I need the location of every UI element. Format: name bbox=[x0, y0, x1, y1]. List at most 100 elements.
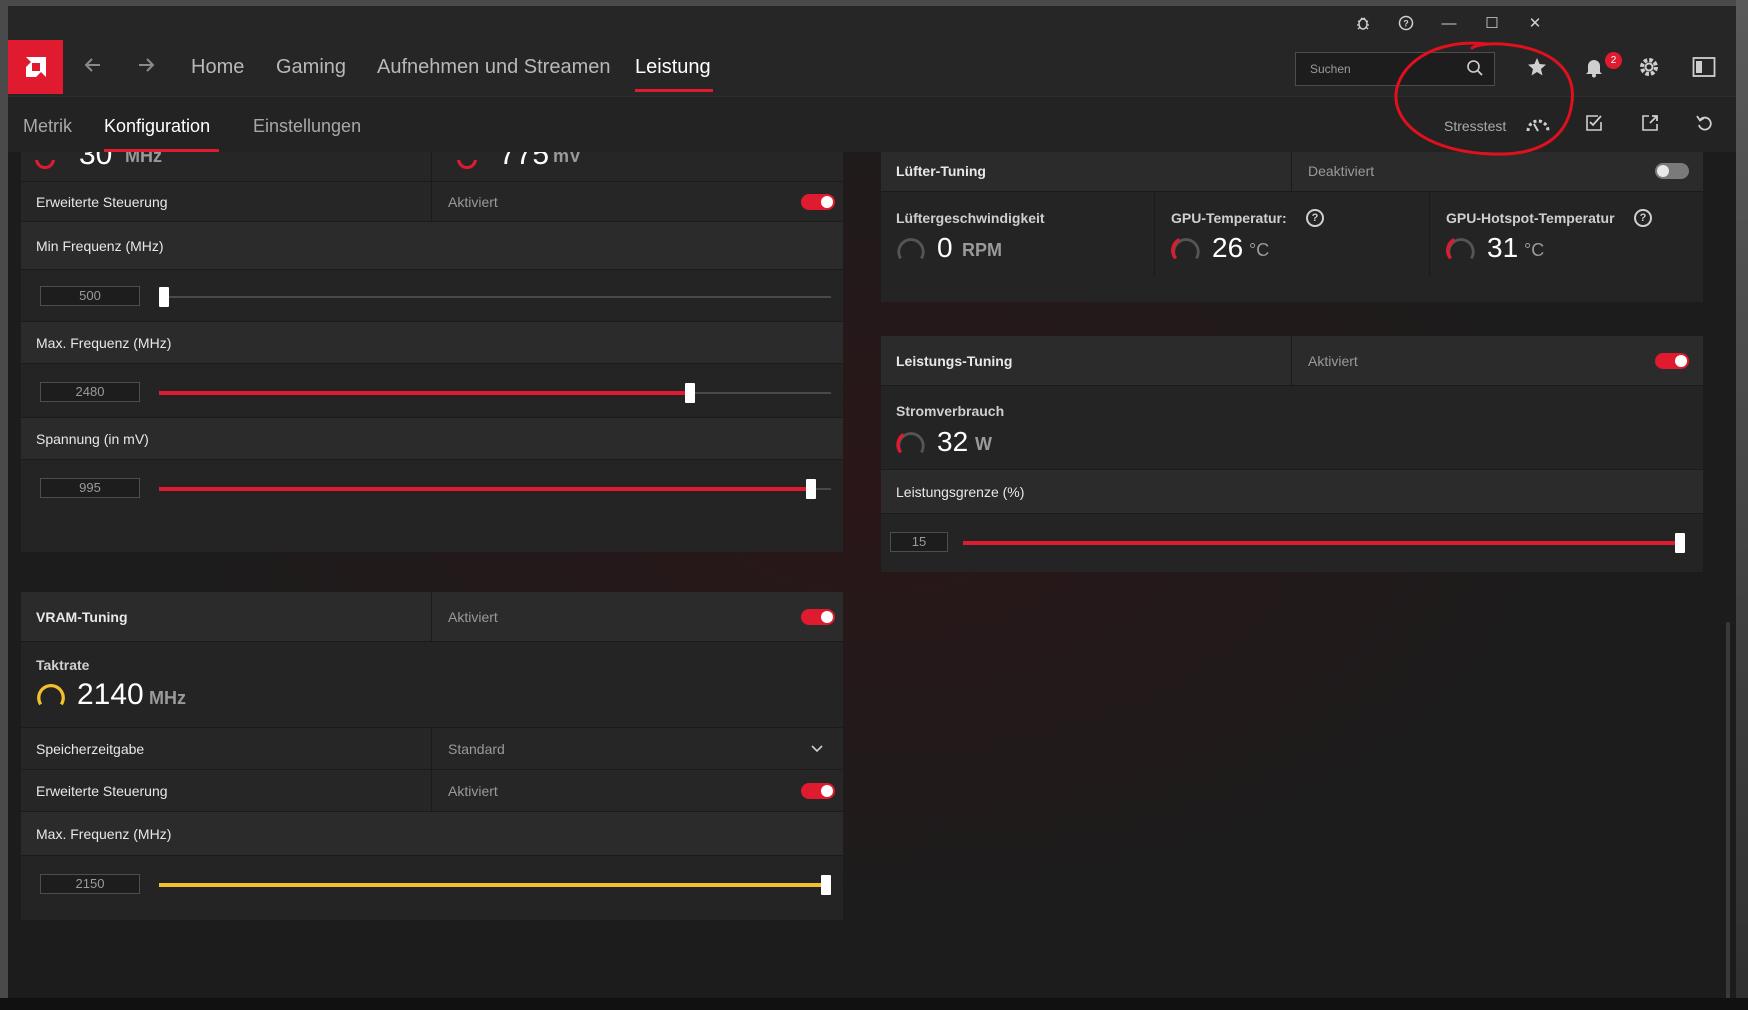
max-frequency-input[interactable]: 2480 bbox=[40, 382, 140, 402]
reset-icon[interactable] bbox=[1695, 113, 1715, 138]
fan-title: Lüfter-Tuning bbox=[896, 163, 986, 179]
gear-icon[interactable] bbox=[1632, 50, 1666, 84]
desktop-strip bbox=[0, 998, 1748, 1010]
clipped-clock-value: 30 bbox=[79, 152, 113, 171]
vram-advanced-control-label: Erweiterte Steuerung bbox=[36, 783, 168, 799]
notification-badge: 2 bbox=[1605, 52, 1622, 69]
fan-speed-label: Lüftergeschwindigkeit bbox=[896, 210, 1045, 226]
nav-gaming[interactable]: Gaming bbox=[276, 56, 346, 79]
stresstest-label: Stresstest bbox=[1444, 118, 1507, 134]
search-icon[interactable] bbox=[1466, 59, 1484, 77]
gauge-icon[interactable] bbox=[1525, 115, 1551, 140]
vram-toggle[interactable] bbox=[801, 609, 835, 625]
vram-max-frequency-header: Max. Frequenz (MHz) bbox=[21, 812, 843, 856]
power-tuning-panel: Leistungs-Tuning Aktiviert Stromverbrauc… bbox=[881, 336, 1703, 572]
star-icon[interactable] bbox=[1520, 50, 1554, 84]
min-frequency-input[interactable]: 500 bbox=[40, 286, 140, 306]
gpu-advanced-control-label: Erweiterte Steuerung bbox=[36, 194, 168, 210]
power-consumption-unit: W bbox=[975, 434, 992, 454]
power-consumption-row: Stromverbrauch 32 W bbox=[881, 386, 1703, 470]
nav-active-indicator bbox=[635, 89, 713, 92]
gpu-advanced-control-toggle[interactable] bbox=[801, 194, 835, 210]
fan-tuning-panel: Lüfter-Tuning Deaktiviert Lüftergeschwin… bbox=[881, 152, 1703, 302]
voltage-thumb[interactable] bbox=[805, 479, 816, 499]
sub-nav: Metrik Konfiguration Einstellungen Stres… bbox=[8, 96, 1736, 152]
power-limit-slider-row: 15 bbox=[881, 514, 1703, 572]
stresstest-button[interactable]: Stresstest bbox=[1444, 118, 1506, 134]
hotspot-help-icon[interactable]: ? bbox=[1634, 209, 1652, 227]
gpu-advanced-control-state: Aktiviert bbox=[448, 194, 498, 210]
vram-max-frequency-thumb[interactable] bbox=[821, 875, 831, 895]
search-placeholder: Suchen bbox=[1310, 62, 1351, 76]
power-toggle[interactable] bbox=[1655, 353, 1689, 369]
power-limit-input[interactable]: 15 bbox=[890, 532, 948, 552]
voltage-slider[interactable] bbox=[159, 479, 831, 499]
chevron-down-icon[interactable] bbox=[811, 743, 823, 755]
vram-tuning-panel: VRAM-Tuning Aktiviert Taktrate 2140 MHz … bbox=[21, 592, 843, 920]
power-title: Leistungs-Tuning bbox=[896, 353, 1013, 369]
fan-speed-unit: RPM bbox=[962, 240, 1002, 260]
tab-settings[interactable]: Einstellungen bbox=[253, 116, 361, 137]
min-frequency-thumb[interactable] bbox=[159, 287, 169, 307]
hotspot-temp-unit: °C bbox=[1524, 240, 1545, 260]
vram-max-frequency-slider[interactable] bbox=[159, 875, 831, 895]
vram-max-frequency-input[interactable]: 2150 bbox=[40, 874, 140, 894]
clipped-clock-unit: MHz bbox=[125, 152, 162, 166]
vram-max-frequency-label: Max. Frequenz (MHz) bbox=[36, 826, 172, 842]
voltage-header: Spannung (in mV) bbox=[21, 418, 843, 460]
fan-state: Deaktiviert bbox=[1308, 163, 1375, 179]
gpu-tuning-panel: 30 MHz 775 mV Erweiterte Steuerung Aktiv… bbox=[21, 152, 843, 552]
vram-title: VRAM-Tuning bbox=[36, 609, 128, 625]
power-limit-slider[interactable] bbox=[963, 533, 1685, 553]
vram-header: VRAM-Tuning Aktiviert bbox=[21, 592, 843, 642]
screen-edge bbox=[1736, 0, 1748, 1010]
vram-advanced-control-toggle[interactable] bbox=[801, 783, 835, 799]
max-frequency-fill bbox=[159, 391, 690, 395]
voltage-input[interactable]: 995 bbox=[40, 478, 140, 498]
voltage-gauge-icon bbox=[457, 160, 477, 169]
clipped-voltage-value: 775 bbox=[499, 152, 550, 171]
max-frequency-header: Max. Frequenz (MHz) bbox=[21, 322, 843, 364]
forward-arrow-icon[interactable] bbox=[135, 54, 157, 82]
back-arrow-icon[interactable] bbox=[82, 54, 104, 82]
power-state: Aktiviert bbox=[1308, 353, 1358, 369]
tab-configuration[interactable]: Konfiguration bbox=[104, 116, 210, 137]
fan-speed-gauge-icon bbox=[897, 238, 925, 260]
gpu-temp-help-icon[interactable]: ? bbox=[1306, 209, 1324, 227]
nav-home[interactable]: Home bbox=[191, 56, 244, 79]
vram-max-frequency-slider-row: 2150 bbox=[21, 856, 843, 912]
voltage-slider-row: 995 bbox=[21, 460, 843, 516]
memory-timing-dropdown[interactable]: Standard bbox=[448, 741, 505, 757]
export-icon[interactable] bbox=[1640, 113, 1660, 138]
vram-clock-unit: MHz bbox=[149, 688, 186, 708]
nav-recording-streaming[interactable]: Aufnehmen und Streamen bbox=[377, 56, 611, 79]
min-frequency-header: Min Frequenz (MHz) bbox=[21, 222, 843, 270]
vram-advanced-control-row: Erweiterte Steuerung Aktiviert bbox=[21, 770, 843, 812]
max-frequency-label: Max. Frequenz (MHz) bbox=[36, 335, 172, 351]
tab-metrics[interactable]: Metrik bbox=[23, 116, 72, 137]
gpu-advanced-control-row: Erweiterte Steuerung Aktiviert bbox=[21, 182, 843, 222]
clipped-voltage-unit: mV bbox=[553, 152, 582, 166]
max-frequency-thumb[interactable] bbox=[684, 383, 695, 403]
power-header: Leistungs-Tuning Aktiviert bbox=[881, 336, 1703, 386]
max-frequency-slider[interactable] bbox=[159, 383, 831, 403]
clock-gauge-icon bbox=[35, 160, 55, 169]
hotspot-temp-label: GPU-Hotspot-Temperatur bbox=[1446, 210, 1615, 226]
min-frequency-slider-row: 500 bbox=[21, 270, 843, 322]
nav-performance[interactable]: Leistung bbox=[635, 56, 711, 79]
content-area: 30 MHz 775 mV Erweiterte Steuerung Aktiv… bbox=[8, 152, 1736, 1004]
sidebar-icon[interactable] bbox=[1687, 50, 1721, 84]
fan-toggle[interactable] bbox=[1655, 163, 1689, 179]
search-input[interactable]: Suchen bbox=[1295, 52, 1495, 86]
fan-metrics-row: Lüftergeschwindigkeit 0 RPM GPU-Temperat… bbox=[881, 192, 1703, 276]
gpu-temp-gauge-icon bbox=[1171, 238, 1200, 260]
power-limit-thumb[interactable] bbox=[1675, 533, 1685, 553]
apply-icon[interactable] bbox=[1584, 113, 1604, 138]
min-frequency-slider[interactable] bbox=[159, 287, 831, 307]
scrollbar[interactable] bbox=[1726, 622, 1730, 1002]
vram-clock-gauge-icon bbox=[37, 683, 65, 706]
gpu-temp-label: GPU-Temperatur: bbox=[1171, 210, 1287, 226]
power-limit-header: Leistungsgrenze (%) bbox=[881, 470, 1703, 514]
power-limit-fill bbox=[963, 541, 1685, 545]
amd-logo-icon[interactable] bbox=[8, 40, 63, 94]
